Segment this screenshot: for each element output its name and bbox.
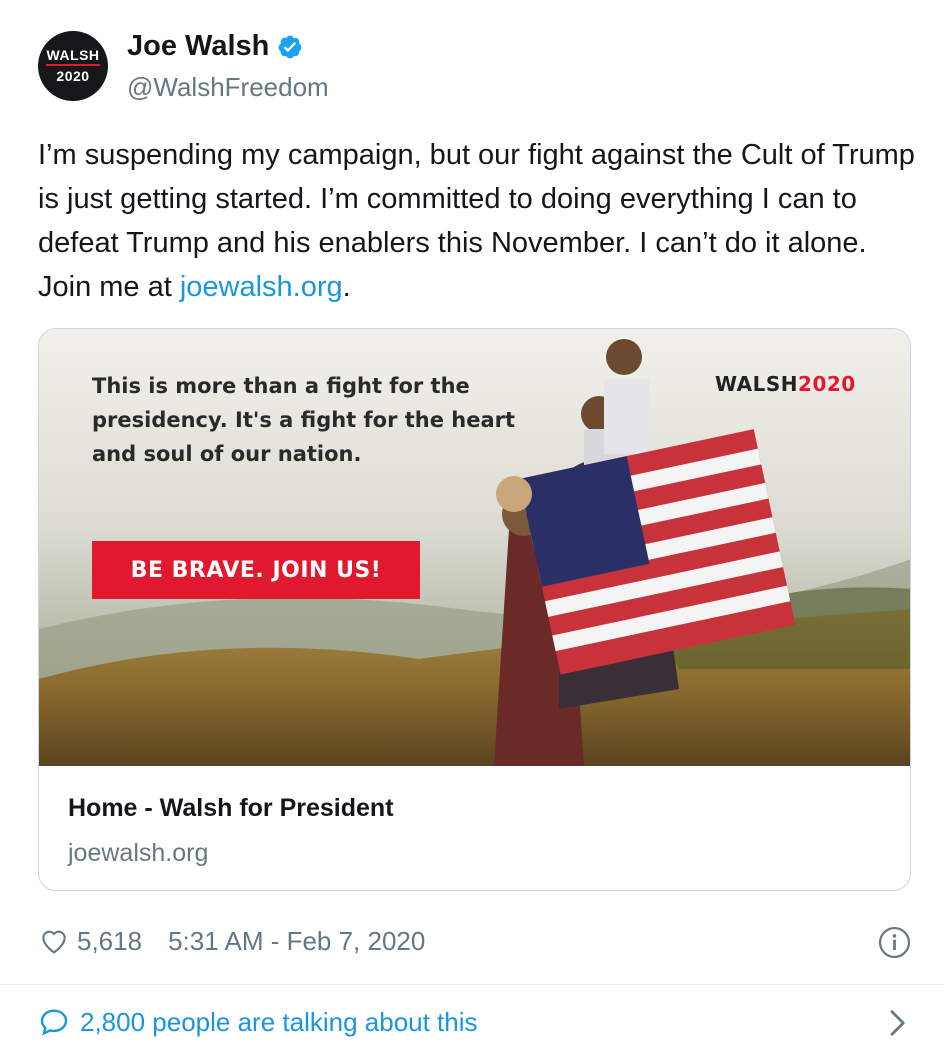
author-name-row: Joe Walsh xyxy=(127,30,303,63)
like-count[interactable]: 5,618 xyxy=(77,926,142,957)
reply-bubble-icon xyxy=(40,1009,68,1036)
card-domain: joewalsh.org xyxy=(68,839,209,867)
talking-text: 2,800 people are talking about this xyxy=(80,1006,478,1037)
tweet-timestamp[interactable]: 5:31 AM - Feb 7, 2020 xyxy=(168,926,425,957)
card-image-quote: This is more than a fight for the presid… xyxy=(92,374,516,466)
card-image[interactable]: This is more than a fight for the presid… xyxy=(39,329,910,766)
tweet-link[interactable]: joewalsh.org xyxy=(180,271,343,303)
conversation-link[interactable]: 2,800 people are talking about this xyxy=(38,1006,478,1038)
heart-icon[interactable] xyxy=(38,925,70,957)
tweet-stats: 5,618 5:31 AM - Feb 7, 2020 xyxy=(38,925,425,957)
tweet-text: I’m suspending my campaign, but our figh… xyxy=(38,133,918,309)
verified-badge-icon xyxy=(278,35,302,58)
chevron-right-icon[interactable] xyxy=(886,1008,908,1038)
avatar-text-line2: 2020 xyxy=(56,68,90,84)
card-image-brand-year: 2020 xyxy=(798,372,856,396)
tweet-text-end: . xyxy=(342,271,351,303)
author-avatar[interactable]: WALSH 2020 xyxy=(38,31,108,101)
author-handle[interactable]: @WalshFreedom xyxy=(127,72,329,103)
author-display-name[interactable]: Joe Walsh xyxy=(127,30,269,63)
card-image-cta: BE BRAVE. JOIN US! xyxy=(92,541,420,599)
card-image-brand-name: WALSH xyxy=(715,372,799,396)
info-icon[interactable] xyxy=(878,926,911,959)
divider xyxy=(0,984,944,985)
card-title[interactable]: Home - Walsh for President xyxy=(68,794,394,823)
tweet-body: I’m suspending my campaign, but our figh… xyxy=(38,139,915,303)
link-preview-card[interactable]: This is more than a fight for the presid… xyxy=(38,328,911,891)
card-image-brand: WALSH2020 xyxy=(715,372,856,396)
avatar-text-line1: WALSH xyxy=(46,48,100,66)
